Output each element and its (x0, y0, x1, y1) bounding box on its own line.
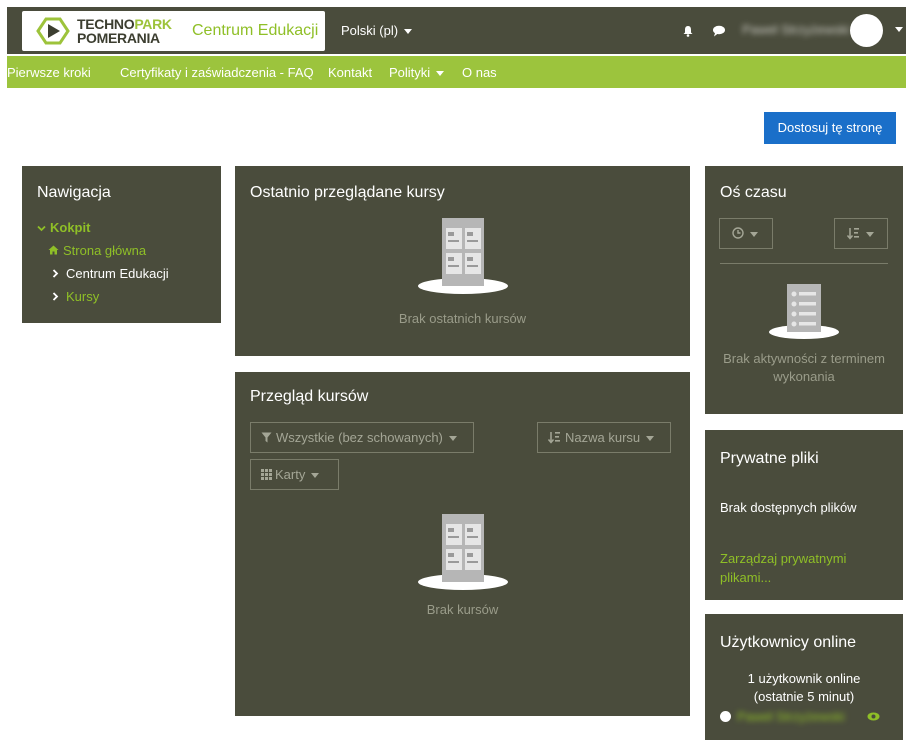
notification-bell-icon[interactable] (682, 25, 694, 37)
nav-policies-label: Polityki (389, 65, 431, 80)
course-overview-empty-text: Brak kursów (426, 602, 499, 617)
customize-page-button[interactable]: Dostosuj tę stronę (764, 112, 896, 144)
online-users-title: Użytkownicy online (720, 634, 857, 651)
course-filter-label: Wszystkie (bez schowanych) (276, 430, 443, 445)
timeline-sort-dropdown[interactable] (834, 218, 888, 249)
nav-tree-education-center[interactable]: Centrum Edukacji (52, 266, 169, 281)
nav-tree-dashboard[interactable]: Kokpit (37, 220, 90, 235)
site-logo-link[interactable]: TECHNOPARK POMERANIA Centrum Edukacji (22, 11, 325, 51)
nav-certificates-faq[interactable]: Certyfikaty i zaświadczenia - FAQ (120, 65, 314, 80)
course-overview-title: Przegląd kursów (250, 388, 369, 405)
logo-text-line2: POMERANIA (77, 30, 160, 46)
navigation-block-title: Nawigacja (37, 184, 111, 201)
nav-about[interactable]: O nas (462, 65, 497, 80)
language-menu[interactable]: Polski (pl) (341, 23, 413, 38)
user-menu-chevron-icon[interactable] (895, 27, 903, 32)
chevron-down-icon (311, 473, 320, 479)
course-view-label: Karty (275, 467, 306, 482)
nav-tree-home[interactable]: Strona główna (48, 243, 146, 258)
chevron-down-icon (448, 436, 457, 442)
site-name: Centrum Edukacji (192, 22, 319, 39)
course-sort-dropdown[interactable]: Nazwa kursu (537, 422, 671, 453)
courses-empty-illustration-icon (418, 514, 508, 590)
nav-tree-home-label: Strona główna (63, 243, 147, 258)
sort-alpha-icon (547, 432, 560, 444)
technopark-logo-icon (36, 17, 70, 45)
activities-empty-illustration-icon (769, 284, 839, 339)
chevron-right-icon (52, 292, 59, 301)
timeline-block: Oś czasu Brak aktywności z terminem wyko… (705, 166, 903, 414)
nav-tree-dashboard-label: Kokpit (50, 220, 91, 235)
online-users-period-text: (ostatnie 5 minut) (753, 689, 855, 704)
user-avatar[interactable] (850, 14, 883, 47)
chevron-down-icon (37, 225, 46, 232)
timeline-title: Oś czasu (720, 184, 787, 201)
nav-first-steps[interactable]: Pierwsze kroki (7, 65, 91, 80)
online-user-name-link[interactable]: Paweł Strzyżewski (737, 709, 845, 724)
private-files-title: Prywatne pliki (720, 450, 819, 467)
online-user-avatar (720, 711, 731, 722)
sort-icon (846, 228, 859, 240)
chevron-right-icon (52, 269, 59, 278)
home-icon (48, 245, 59, 255)
nav-tree-courses-label: Kursy (66, 289, 100, 304)
messages-icon[interactable] (712, 25, 726, 37)
recent-courses-title: Ostatnio przeglądane kursy (250, 184, 445, 201)
timeline-divider (720, 263, 888, 264)
course-filter-dropdown[interactable]: Wszystkie (bez schowanych) (250, 422, 474, 453)
online-users-block: Użytkownicy online 1 użytkownik online (… (705, 614, 903, 740)
nav-tree-courses[interactable]: Kursy (52, 289, 99, 304)
nav-policies[interactable]: Polityki (389, 65, 445, 80)
user-name[interactable]: Paweł Strzyżewski (742, 22, 850, 37)
private-files-empty-text: Brak dostępnych plików (720, 500, 857, 515)
recent-courses-block: Ostatnio przeglądane kursy Brak ostatnic… (235, 166, 690, 356)
timeline-filter-dropdown[interactable] (719, 218, 773, 249)
clock-icon (732, 227, 744, 239)
course-view-dropdown[interactable]: Karty (250, 459, 339, 490)
main-navbar: Pierwsze kroki Certyfikaty i zaświadczen… (7, 56, 906, 88)
navigation-block: Nawigacja Kokpit Strona główna Centrum E… (22, 166, 221, 323)
manage-private-files-link[interactable]: Zarządzaj prywatnymi plikami... (720, 549, 880, 587)
filter-icon (261, 432, 272, 443)
course-overview-block: Przegląd kursów Wszystkie (bez schowanyc… (235, 372, 690, 716)
logo-text-line1: TECHNOPARK (77, 16, 172, 32)
chevron-down-icon (646, 436, 655, 442)
chevron-down-icon (436, 71, 445, 77)
course-sort-label: Nazwa kursu (565, 430, 641, 445)
chevron-down-icon (750, 232, 758, 238)
timeline-empty-text: Brak aktywności z terminem wykonania (723, 351, 885, 384)
eye-icon[interactable] (867, 712, 880, 721)
recent-courses-empty-text: Brak ostatnich kursów (398, 311, 527, 326)
nav-contact[interactable]: Kontakt (328, 65, 372, 80)
grid-icon (261, 469, 272, 480)
nav-tree-education-center-label: Centrum Edukacji (66, 266, 169, 281)
online-users-count: 1 użytkownik online (ostatnie 5 minut) (705, 670, 903, 706)
chevron-down-icon (866, 232, 874, 238)
online-users-count-text: 1 użytkownik online (747, 671, 861, 686)
private-files-block: Prywatne pliki Brak dostępnych plików Za… (705, 430, 903, 600)
language-label: Polski (pl) (341, 23, 399, 38)
chevron-down-icon (404, 29, 413, 35)
top-bar: TECHNOPARK POMERANIA Centrum Edukacji Po… (7, 7, 906, 54)
courses-empty-illustration-icon (418, 218, 508, 294)
